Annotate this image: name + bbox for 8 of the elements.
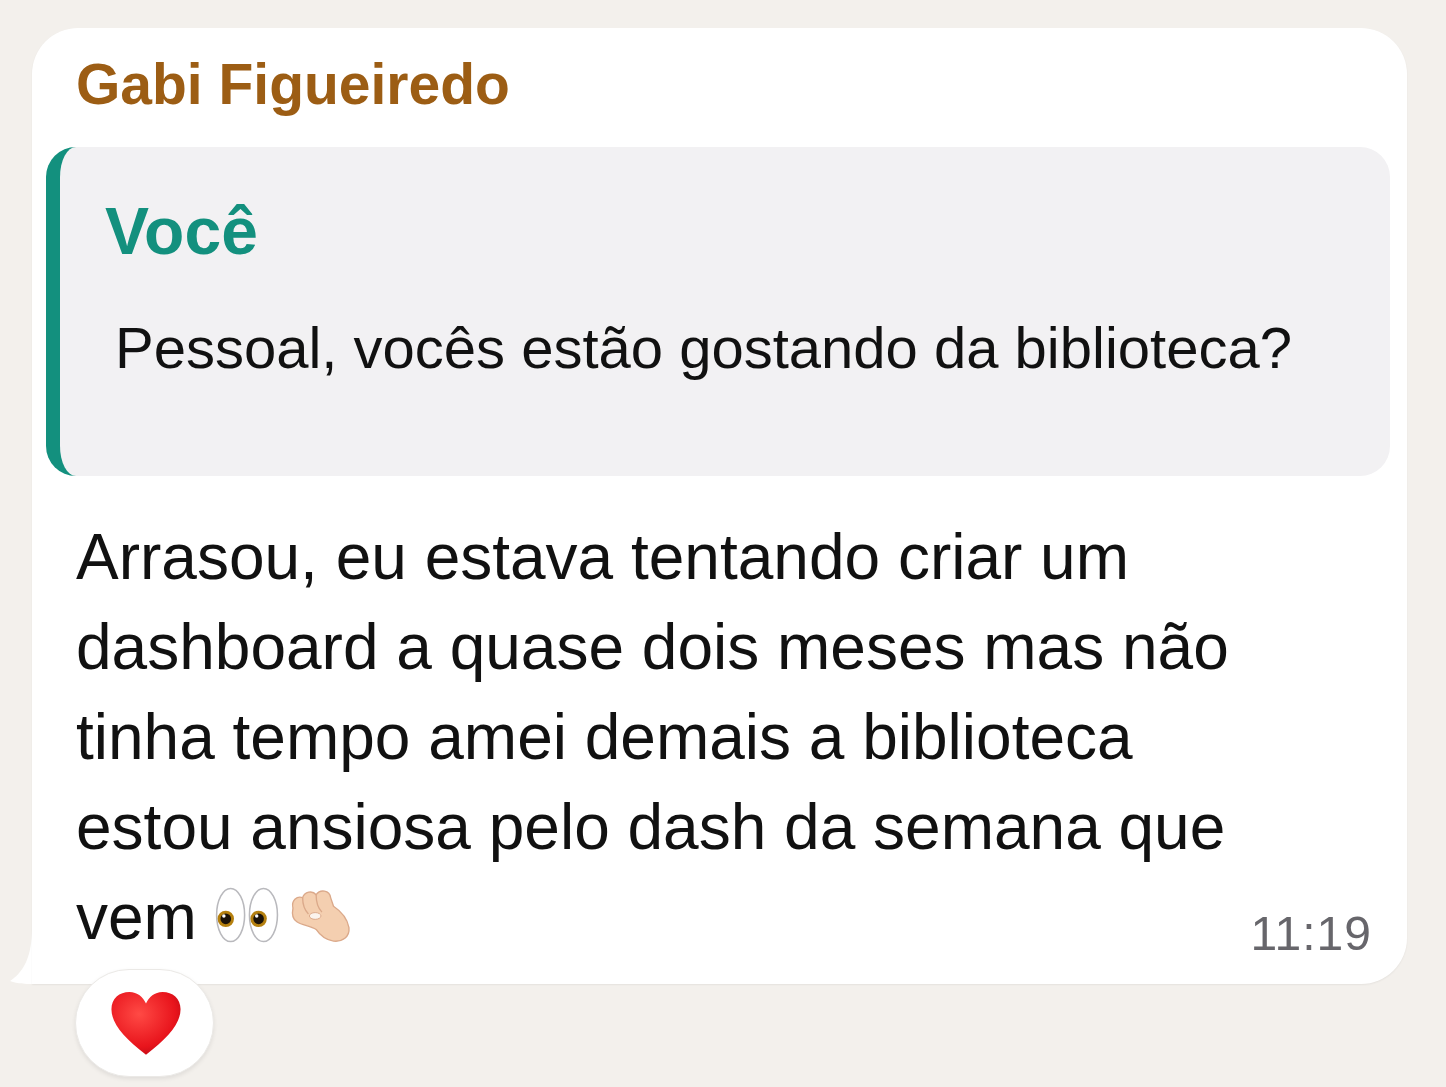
quoted-author: Você bbox=[105, 193, 258, 271]
quoted-text: Pessoal, vocês estão gostando da biblioteca? bbox=[115, 313, 1292, 382]
message-time: 11:19 bbox=[1250, 905, 1372, 962]
eyes-icon bbox=[214, 887, 281, 944]
quoted-message[interactable]: Você Pessoal, vocês estão gostando da biblioteca? bbox=[46, 147, 1390, 477]
heart-icon bbox=[110, 990, 182, 1057]
message-text: Arrasou, eu estava tentando criar um dashboard a quase dois meses mas não tinha tempo amei demais a biblioteca estou ansiosa pelo dash da semana que vem bbox=[76, 520, 1230, 956]
sender-name: Gabi Figueiredo bbox=[76, 51, 510, 118]
